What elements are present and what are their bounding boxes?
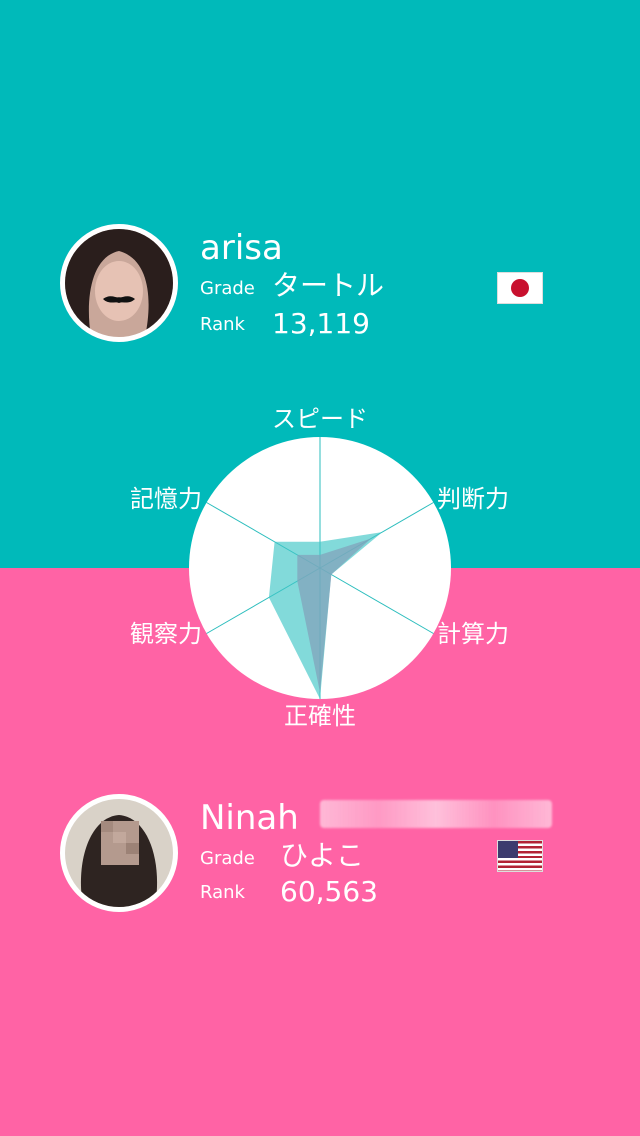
axis-label-calculation: 計算力	[437, 620, 509, 648]
axis-label-accuracy: 正確性	[284, 702, 356, 730]
axis-label-speed: スピード	[272, 405, 368, 433]
axis-label-observation: 観察力	[130, 620, 202, 648]
axis-label-judgment: 判断力	[437, 485, 509, 513]
axis-label-memory: 記憶力	[130, 485, 202, 513]
radar-chart: スピード 判断力 計算力 正確性 観察力 記憶力	[130, 405, 509, 730]
